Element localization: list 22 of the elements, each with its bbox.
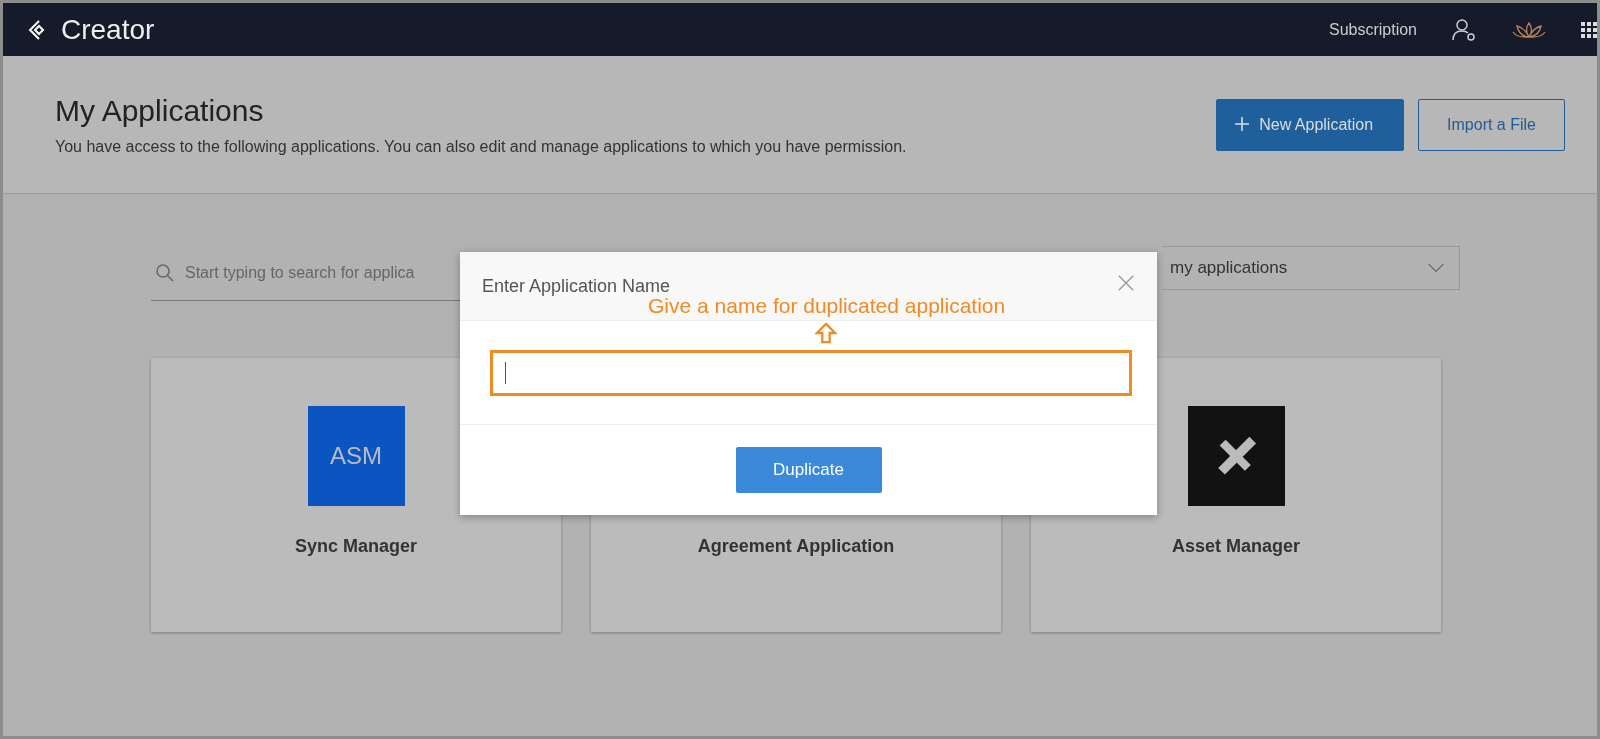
subscription-link[interactable]: Subscription <box>1328 20 1417 39</box>
dialog-title: Enter Application Name <box>482 276 671 297</box>
application-name-field[interactable] <box>490 349 1132 396</box>
page-title: My Applications <box>55 93 265 128</box>
app-name: Sync Manager <box>294 536 417 557</box>
chevron-down-icon <box>1427 263 1445 273</box>
new-application-button[interactable]: New Application <box>1216 98 1405 151</box>
close-icon[interactable] <box>1117 274 1135 292</box>
up-arrow-annotation <box>815 322 837 344</box>
import-file-button[interactable]: Import a File <box>1418 98 1565 151</box>
plus-icon <box>1235 116 1250 131</box>
search-icon <box>155 263 175 283</box>
page-description: You have access to the following applications. You can also edit and manage applications to which you have permission. <box>55 137 907 156</box>
apps-grid-icon[interactable] <box>1581 21 1597 38</box>
duplicate-button[interactable]: Duplicate <box>735 447 882 493</box>
filter-dropdown[interactable]: my applications <box>1162 246 1460 290</box>
user-settings-icon[interactable] <box>1451 16 1477 43</box>
app-name: Creator <box>61 13 155 46</box>
app-name: Agreement Application <box>697 536 895 557</box>
app-icon: ASM <box>307 406 405 506</box>
annotation-text: Give a name for duplicated application <box>648 294 1006 318</box>
app-name: Asset Manager <box>1171 536 1301 557</box>
